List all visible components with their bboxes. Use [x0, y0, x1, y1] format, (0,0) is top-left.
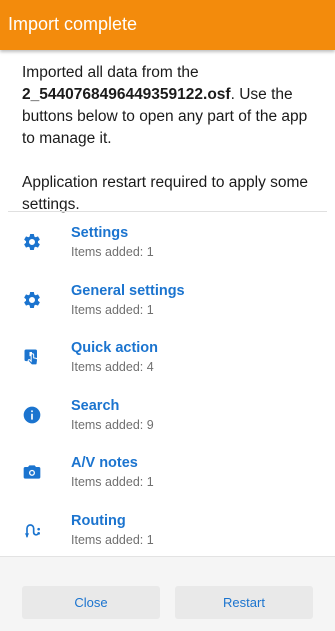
- import-filename: 2_5440768496449359122.osf: [22, 86, 231, 103]
- imported-items-list: Settings Items added: 1 General settings…: [0, 212, 335, 557]
- import-summary: Imported all data from the 2_54407684964…: [22, 62, 318, 150]
- dialog-title: Import complete: [8, 14, 138, 34]
- list-item-av-notes[interactable]: A/V notes Items added: 1: [0, 442, 335, 500]
- import-message: Imported all data from the 2_54407684964…: [22, 62, 318, 216]
- camera-icon: [22, 462, 42, 482]
- gear-icon: [22, 232, 42, 252]
- gear-icon: [22, 290, 42, 310]
- list-item-title: Routing: [71, 512, 126, 529]
- list-item-title: Quick action: [71, 340, 159, 356]
- quick-action-icon: [22, 347, 42, 367]
- dialog-header: Import complete: [0, 0, 335, 50]
- dialog-footer: Close Restart: [0, 556, 335, 631]
- list-item-search[interactable]: Search Items added: 9: [0, 385, 335, 443]
- list-item-subtitle: Items added: 9: [71, 417, 154, 432]
- list-item-subtitle: Items added: 1: [71, 302, 154, 317]
- list-item-title: Search: [71, 397, 120, 414]
- list-item-subtitle: Items added: 4: [71, 360, 154, 374]
- routing-icon: [22, 520, 42, 540]
- restart-button[interactable]: Restart: [175, 586, 313, 619]
- list-item-title: Settings: [71, 225, 129, 241]
- list-item-subtitle: Items added: 1: [71, 475, 154, 489]
- list-item-subtitle: Items added: 1: [71, 245, 154, 259]
- list-item-subtitle: Items added: 1: [71, 532, 154, 547]
- import-complete-dialog: Import complete Imported all data from t…: [0, 0, 335, 631]
- list-item-general-settings[interactable]: General settings Items added: 1: [0, 270, 335, 328]
- import-summary-prefix: Imported all data from the: [22, 64, 199, 81]
- info-icon: [22, 405, 42, 425]
- restart-note: Application restart required to apply so…: [22, 174, 309, 213]
- list-item-title: General settings: [71, 282, 185, 299]
- close-button[interactable]: Close: [22, 586, 160, 619]
- list-item-title: A/V notes: [71, 455, 138, 471]
- list-item-routing[interactable]: Routing Items added: 1: [0, 500, 335, 558]
- list-item-quick-action[interactable]: Quick action Items added: 4: [0, 327, 335, 385]
- list-item-settings[interactable]: Settings Items added: 1: [0, 212, 335, 270]
